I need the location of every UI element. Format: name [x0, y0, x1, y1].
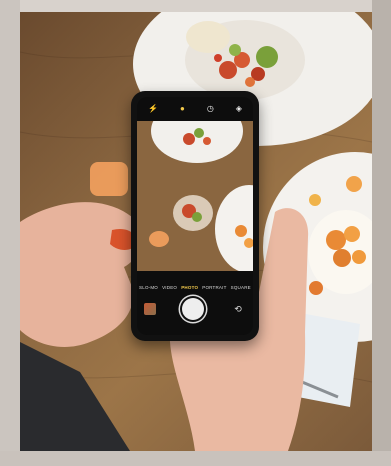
camera-screen: ⚡ ● ◷ ◈ SLO-MO VIDEO PHOTO PORTRAIT SQUA… — [137, 97, 253, 335]
camera-controls: ⟲ — [137, 295, 253, 331]
mode-slo-mo[interactable]: SLO-MO — [139, 285, 158, 290]
camera-top-bar: ⚡ ● ◷ ◈ — [137, 97, 253, 119]
live-photo-icon[interactable]: ● — [180, 104, 185, 113]
cream-dollop — [186, 21, 230, 53]
viewfinder — [137, 121, 253, 271]
frame-bottom — [0, 451, 391, 466]
frame-right — [372, 0, 391, 466]
camera-flip-icon[interactable]: ⟲ — [232, 304, 244, 314]
camera-mode-selector[interactable]: SLO-MO VIDEO PHOTO PORTRAIT SQUARE — [137, 281, 253, 293]
frame-top — [0, 0, 391, 12]
flash-icon[interactable]: ⚡ — [148, 104, 158, 113]
mode-square[interactable]: SQUARE — [231, 285, 251, 290]
smartphone: ⚡ ● ◷ ◈ SLO-MO VIDEO PHOTO PORTRAIT SQUA… — [131, 91, 259, 341]
frame-left — [0, 0, 20, 466]
shutter-button[interactable] — [182, 298, 204, 320]
filters-icon[interactable]: ◈ — [236, 104, 242, 113]
sleeve-dark — [20, 342, 130, 451]
left-hand — [20, 202, 142, 347]
mode-video[interactable]: VIDEO — [162, 285, 177, 290]
viewfinder-preview — [137, 121, 253, 271]
timer-icon[interactable]: ◷ — [207, 104, 214, 113]
mode-photo[interactable]: PHOTO — [181, 285, 198, 290]
gallery-thumbnail[interactable] — [144, 303, 156, 315]
juice-glass — [90, 162, 128, 196]
mode-portrait[interactable]: PORTRAIT — [202, 285, 226, 290]
